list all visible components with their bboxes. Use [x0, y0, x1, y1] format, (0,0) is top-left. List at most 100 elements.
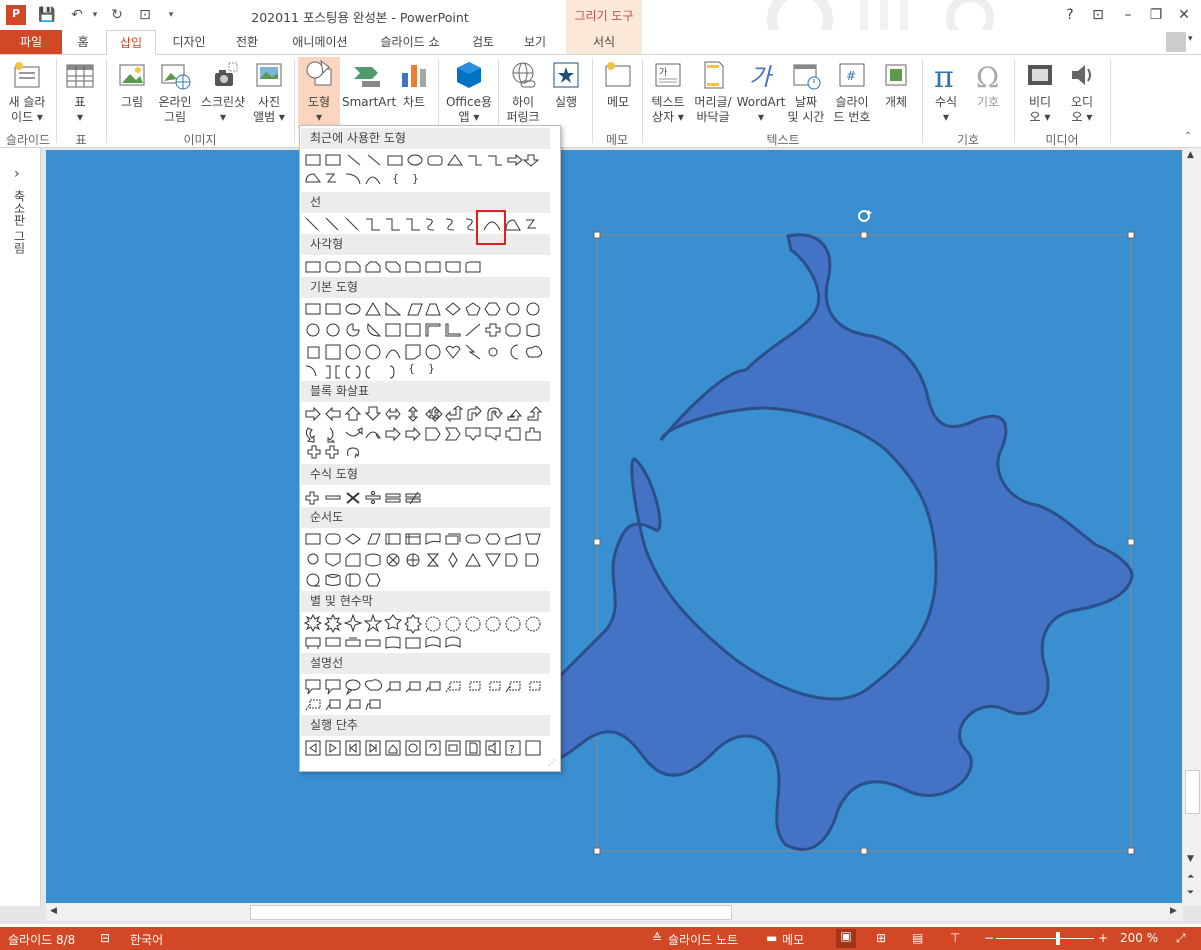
scroll-left-icon[interactable]: ◀ — [50, 906, 57, 916]
zoom-slider-thumb[interactable] — [1056, 932, 1060, 945]
header-footer-button[interactable]: 머리글/바닥글 — [690, 59, 736, 125]
section-flowchart: 순서도 — [301, 507, 550, 528]
tab-format[interactable]: 서식 — [566, 30, 642, 54]
equation-shapes-row[interactable] — [304, 490, 544, 506]
scroll-up-icon[interactable]: ▲ — [1187, 150, 1194, 160]
vertical-scrollbar[interactable]: ▲ ▼ ⏶ ⏷ — [1183, 148, 1201, 906]
tab-insert[interactable]: 삽입 — [106, 30, 156, 56]
language-indicator[interactable]: 한국어 — [130, 931, 163, 948]
scroll-down-icon[interactable]: ▼ — [1187, 854, 1194, 864]
slide-sorter-icon[interactable]: ⊞ — [876, 931, 886, 945]
table-button[interactable]: 표 ▾ — [62, 59, 98, 125]
screenshot-button[interactable]: 스크린샷 ▾ — [198, 59, 248, 125]
group-label-slides: 슬라이드 — [5, 133, 51, 147]
new-slide-button[interactable]: 새 슬라 이드 ▾ — [2, 59, 52, 125]
horizontal-scrollbar[interactable]: ◀ ▶ — [46, 903, 1183, 921]
highlighted-curve-shape[interactable] — [476, 210, 506, 245]
header-footer-icon — [697, 59, 729, 91]
slide-number-button[interactable]: # 슬라이 드 번호 — [828, 59, 876, 125]
comment-icon — [602, 59, 634, 91]
close-button[interactable]: ✕ — [1172, 4, 1196, 26]
rectangles-row[interactable] — [304, 260, 544, 276]
previous-slide-icon[interactable]: ⏶ — [1187, 872, 1194, 882]
action-buttons-row[interactable]: ? — [304, 740, 544, 758]
photo-album-button[interactable]: 사진 앨범 ▾ — [248, 59, 290, 125]
tab-file[interactable]: 파일 — [0, 30, 62, 54]
tab-slideshow[interactable]: 슬라이드 쇼 — [368, 30, 452, 54]
thumbnails-label: 축소판 그림 — [12, 190, 26, 254]
date-time-button[interactable]: 날짜 및 시간 — [786, 59, 826, 125]
group-label-media: 미디어 — [1045, 133, 1079, 147]
callouts-rows[interactable] — [304, 678, 544, 712]
normal-view-icon[interactable]: ▣ — [836, 929, 856, 948]
status-bar: 슬라이드 8/8 ⊟ 한국어 ≙ 슬라이드 노트 ▬ 메모 ▣ ⊞ ▤ ⊤ − … — [0, 927, 1201, 950]
zoom-out-button[interactable]: − — [984, 931, 994, 945]
shapes-button[interactable]: 도형 ▾ — [298, 57, 340, 129]
chart-button[interactable]: 차트 — [396, 59, 432, 110]
user-avatar-icon[interactable] — [1166, 32, 1186, 52]
next-slide-icon[interactable]: ⏷ — [1187, 888, 1194, 898]
symbol-button[interactable]: Ω 기호 — [968, 59, 1008, 110]
zoom-in-button[interactable]: + — [1098, 931, 1108, 945]
tab-transitions[interactable]: 전환 — [222, 30, 272, 54]
ribbon-display-options-icon[interactable]: ⊡ — [1086, 4, 1110, 26]
comment-button[interactable]: 메모 — [598, 59, 638, 110]
tab-animations[interactable]: 애니메이션 — [278, 30, 362, 54]
comments-icon[interactable]: ▬ — [766, 931, 777, 945]
zoom-slider-track[interactable] — [996, 938, 1094, 939]
object-button[interactable]: 개체 — [876, 59, 916, 110]
textbox-button[interactable]: 가 텍스트 상자 ▾ — [646, 59, 690, 125]
stars-banners-rows[interactable] — [304, 614, 544, 650]
horizontal-scroll-thumb[interactable] — [250, 905, 732, 920]
section-callouts: 설명선 — [301, 653, 550, 674]
thumbnail-panel[interactable]: › 축소판 그림 — [0, 148, 41, 906]
reading-view-icon[interactable]: ▤ — [912, 931, 923, 945]
hyperlink-button[interactable]: 하이 퍼링크 — [502, 59, 544, 125]
basic-shapes-rows[interactable]: { } — [304, 302, 544, 380]
help-button[interactable]: ? — [1058, 4, 1082, 26]
smartart-button[interactable]: SmartArt — [342, 59, 396, 110]
tab-view[interactable]: 보기 — [512, 30, 558, 54]
tab-review[interactable]: 검토 — [460, 30, 506, 54]
recent-shapes-row[interactable]: { } — [304, 152, 544, 192]
slide-counter: 슬라이드 8/8 — [8, 933, 76, 947]
tab-design[interactable]: 디자인 — [162, 30, 216, 54]
tab-home[interactable]: 홈 — [68, 30, 98, 54]
block-arrows-rows[interactable] — [304, 406, 544, 462]
audio-button[interactable]: 오디 오 ▾ — [1062, 59, 1102, 125]
fit-slide-icon[interactable]: ⤢ — [1176, 931, 1186, 946]
pi-icon: π — [930, 59, 962, 95]
gallery-resize-grip-icon[interactable]: ⋰ — [548, 758, 556, 767]
office-apps-button[interactable]: Office용 앱 ▾ — [444, 59, 494, 125]
wordart-button[interactable]: 가 WordArt ▾ — [736, 59, 786, 125]
equation-button[interactable]: π 수식 ▾ — [926, 59, 966, 125]
video-button[interactable]: 비디 오 ▾ — [1020, 59, 1060, 125]
restore-button[interactable]: ❐ — [1144, 4, 1168, 26]
picture-button[interactable]: 그림 — [112, 59, 152, 110]
camera-icon — [207, 59, 239, 91]
notes-button[interactable]: 슬라이드 노트 — [668, 931, 738, 948]
online-picture-button[interactable]: 온라인 그림 — [152, 59, 198, 125]
freeform-shape[interactable] — [46, 150, 1182, 903]
table-icon — [64, 59, 96, 91]
minimize-button[interactable]: – — [1116, 4, 1140, 26]
lines-row[interactable] — [304, 216, 544, 234]
zoom-level[interactable]: 200 % — [1120, 931, 1158, 945]
vertical-scroll-thumb[interactable] — [1185, 770, 1200, 814]
spell-check-icon[interactable]: ⊟ — [100, 931, 110, 945]
group-label-symbols: 기호 — [956, 133, 980, 147]
slideshow-view-icon[interactable]: ⊤ — [950, 931, 960, 945]
account-dropdown-icon[interactable]: ▾ — [1188, 34, 1193, 44]
slide-canvas[interactable] — [46, 150, 1182, 903]
picture-icon — [116, 59, 148, 91]
scroll-right-icon[interactable]: ▶ — [1170, 906, 1177, 916]
action-button[interactable]: 실행 — [546, 59, 586, 110]
flowchart-rows[interactable] — [304, 532, 544, 590]
notes-icon[interactable]: ≙ — [652, 931, 662, 945]
section-block-arrows: 블록 화살표 — [301, 381, 550, 402]
blob-shape[interactable] — [506, 233, 1134, 851]
expand-thumbnails-icon[interactable]: › — [14, 166, 20, 182]
collapse-ribbon-icon[interactable]: ⌃ — [1184, 131, 1192, 142]
comments-button[interactable]: 메모 — [782, 931, 804, 948]
svg-text:#: # — [846, 69, 856, 83]
